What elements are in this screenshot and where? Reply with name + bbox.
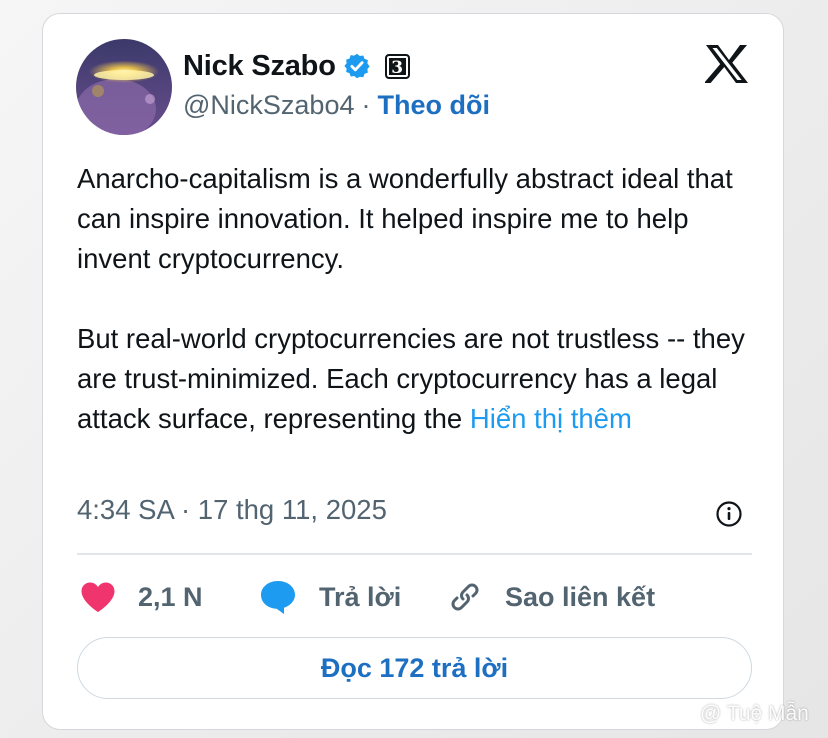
- author-display-name[interactable]: Nick Szabo: [183, 50, 336, 83]
- heart-icon: [81, 582, 115, 612]
- avatar-image: [76, 39, 172, 135]
- author-handle-row: @NickSzabo4 · Theo dõi: [183, 90, 490, 121]
- watermark: @ Tuệ Mẫn: [668, 699, 809, 729]
- separator-dot: ·: [361, 90, 371, 120]
- tweet-text: Anarcho-capitalism is a wonderfully abst…: [77, 159, 757, 439]
- x-logo-icon[interactable]: [705, 44, 749, 84]
- tweet-paragraph-2-text: But real-world cryptocurrencies are not …: [77, 323, 745, 434]
- watermark-logo-icon: [668, 703, 694, 723]
- link-icon: [451, 583, 479, 611]
- tweet-paragraph-2: But real-world cryptocurrencies are not …: [77, 319, 757, 439]
- like-count: 2,1 N: [138, 581, 203, 612]
- verified-badge-icon: [344, 53, 370, 79]
- copy-link-button[interactable]: Sao liên kết: [447, 577, 655, 617]
- author-name-row: Nick Szabo 3: [183, 48, 410, 84]
- avatar[interactable]: [76, 39, 172, 135]
- affiliate-badge-icon[interactable]: 3: [384, 53, 410, 79]
- read-replies-button[interactable]: Đọc 172 trả lời: [77, 637, 752, 699]
- divider: [77, 553, 752, 555]
- info-icon[interactable]: [715, 500, 743, 528]
- show-more-link[interactable]: Hiển thị thêm: [470, 403, 632, 434]
- watermark-text: @ Tuệ Mẫn: [700, 702, 809, 725]
- follow-button[interactable]: Theo dõi: [377, 90, 489, 121]
- tweet-paragraph-1: Anarcho-capitalism is a wonderfully abst…: [77, 163, 733, 274]
- reply-label: Trả lời: [319, 581, 402, 612]
- author-handle[interactable]: @NickSzabo4: [183, 90, 354, 121]
- tweet-card: Nick Szabo 3 @NickSzabo4 · Theo dõi Anar…: [42, 13, 784, 730]
- speech-bubble-icon: [261, 581, 295, 614]
- like-button[interactable]: 2,1 N: [80, 577, 203, 617]
- tweet-timestamp[interactable]: 4:34 SA · 17 thg 11, 2025: [77, 494, 387, 526]
- reply-button[interactable]: Trả lời: [259, 577, 401, 617]
- copy-link-label: Sao liên kết: [505, 581, 656, 612]
